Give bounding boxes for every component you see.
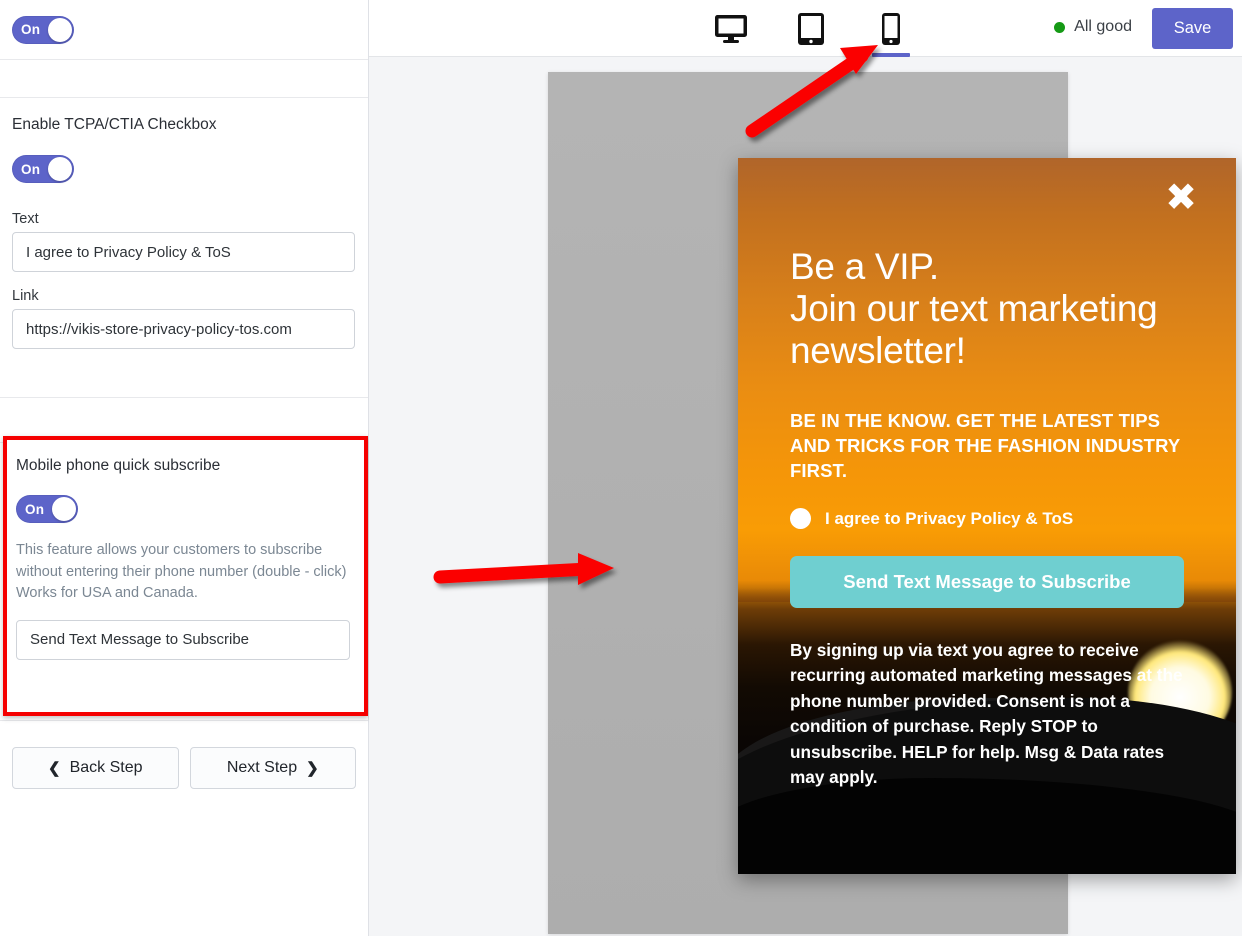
tcpa-toggle-label: On xyxy=(21,162,40,177)
desktop-monitor-icon xyxy=(714,14,748,44)
popup-headline: Be a VIP. Join our text marketing newsle… xyxy=(790,246,1196,373)
status-indicator: All good xyxy=(1054,18,1132,36)
status-label: All good xyxy=(1074,18,1132,36)
headline-line-3: newsletter! xyxy=(790,330,1196,372)
empty-section xyxy=(0,60,368,98)
mobile-phone-icon xyxy=(881,12,901,46)
tcpa-link-input[interactable] xyxy=(12,309,355,349)
chevron-left-icon: ❮ xyxy=(48,761,61,776)
quick-subscribe-toggle-label: On xyxy=(25,502,44,517)
status-dot-icon xyxy=(1054,22,1065,33)
top-toggle-label: On xyxy=(21,22,40,37)
top-toggle[interactable]: On xyxy=(12,16,74,44)
consent-checkbox[interactable] xyxy=(790,508,811,529)
preview-toolbar: All good Save xyxy=(369,0,1242,57)
quick-subscribe-toggle[interactable]: On xyxy=(16,495,78,523)
tcpa-toggle[interactable]: On xyxy=(12,155,74,183)
popup-content: ✖ Be a VIP. Join our text marketing news… xyxy=(738,158,1236,874)
headline-line-1: Be a VIP. xyxy=(790,246,1196,288)
popup-subheadline: BE IN THE KNOW. GET THE LATEST TIPS AND … xyxy=(790,408,1194,483)
popup-preview: ✖ Be a VIP. Join our text marketing news… xyxy=(738,158,1236,874)
back-step-label: Back Step xyxy=(70,759,143,777)
tcpa-section: Enable TCPA/CTIA Checkbox On Text Link xyxy=(0,98,368,398)
next-step-label: Next Step xyxy=(227,759,297,777)
text-field-group: Text xyxy=(12,211,356,272)
back-step-button[interactable]: ❮ Back Step xyxy=(12,747,179,789)
text-field-label: Text xyxy=(12,211,356,227)
quick-subscribe-title: Mobile phone quick subscribe xyxy=(16,456,352,476)
preview-stage: ✖ Be a VIP. Join our text marketing news… xyxy=(369,57,1242,936)
popup-consent-row: I agree to Privacy Policy & ToS xyxy=(790,508,1073,529)
tcpa-section-title: Enable TCPA/CTIA Checkbox xyxy=(12,115,356,135)
save-button[interactable]: Save xyxy=(1152,8,1233,49)
step-nav: ❮ Back Step Next Step ❯ xyxy=(0,721,368,789)
consent-label: I agree to Privacy Policy & ToS xyxy=(825,509,1073,529)
chevron-right-icon: ❯ xyxy=(306,761,319,776)
tcpa-text-input[interactable] xyxy=(12,232,355,272)
device-frame: ✖ Be a VIP. Join our text marketing news… xyxy=(548,72,1068,934)
device-tab-mobile[interactable] xyxy=(869,0,913,57)
toggle-knob xyxy=(52,497,76,521)
device-tabs xyxy=(709,0,913,57)
toggle-knob xyxy=(48,157,72,181)
device-tab-desktop[interactable] xyxy=(709,0,753,57)
headline-line-2: Join our text marketing xyxy=(790,288,1196,330)
top-toggle-section: On xyxy=(0,0,368,60)
link-field-group: Link xyxy=(12,288,356,349)
popup-fineprint: By signing up via text you agree to rece… xyxy=(790,638,1192,791)
popup-cta-button[interactable]: Send Text Message to Subscribe xyxy=(790,556,1184,608)
close-x-icon[interactable]: ✖ xyxy=(1163,180,1199,216)
app-root: On Enable TCPA/CTIA Checkbox On Text Lin… xyxy=(0,0,1242,936)
device-tab-tablet[interactable] xyxy=(789,0,833,57)
tablet-icon xyxy=(797,12,825,46)
next-step-button[interactable]: Next Step ❯ xyxy=(190,747,357,789)
quick-subscribe-highlight: Mobile phone quick subscribe On This fea… xyxy=(3,436,368,716)
toggle-knob xyxy=(48,18,72,42)
quick-subscribe-description: This feature allows your customers to su… xyxy=(16,540,350,604)
link-field-label: Link xyxy=(12,288,356,304)
quick-subscribe-button-text-input[interactable] xyxy=(16,620,350,660)
